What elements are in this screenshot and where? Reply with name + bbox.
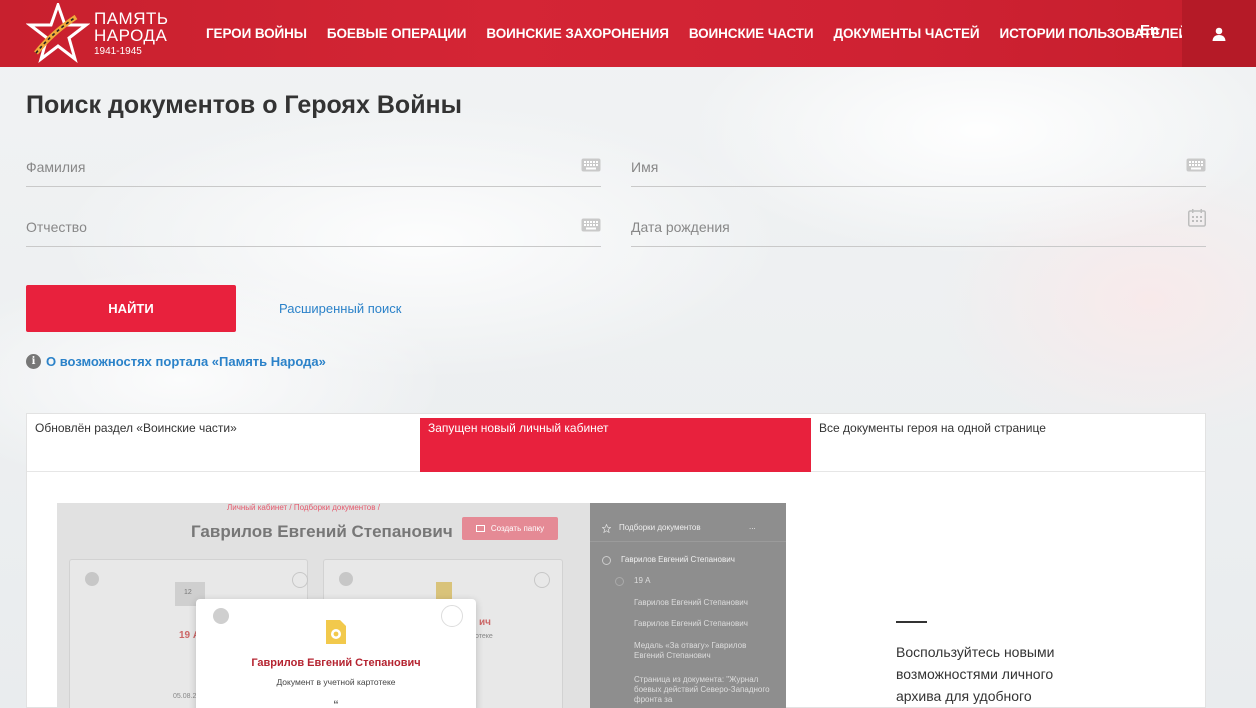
radio-icon [602, 556, 611, 565]
preview-sidebar-item: Гаврилов Евгений Степанович [621, 555, 735, 564]
news-tab-units[interactable]: Обновлён раздел «Воинские части» [27, 414, 420, 472]
main-nav: ГЕРОИ ВОЙНЫ БОЕВЫЕ ОПЕРАЦИИ ВОИНСКИЕ ЗАХ… [206, 0, 1208, 67]
preview-sidebar-more: ... [749, 522, 756, 531]
preview-create-folder-button: Создать папку [462, 517, 558, 540]
preview-card2-sub: отеке [475, 633, 493, 640]
advanced-search-link[interactable]: Расширенный поиск [279, 301, 401, 316]
preview-sidebar-divider [590, 541, 786, 542]
preview-create-folder-label: Создать папку [490, 524, 545, 533]
preview-sidebar-item: Страница из документа: "Журнал боевых де… [634, 675, 770, 704]
user-icon [1212, 27, 1226, 41]
preview-sidebar-title: Подборки документов [619, 523, 701, 532]
trash-icon [441, 605, 463, 627]
promo-divider [896, 621, 927, 623]
site-logo[interactable]: ПАМЯТЬ НАРОДА 1941-1945 [26, 3, 186, 63]
check-icon [85, 572, 99, 586]
about-portal-label: О возможностях портала «Память Народа» [46, 354, 326, 369]
birthdate-placeholder: Дата рождения [631, 219, 730, 235]
keyboard-icon[interactable] [581, 158, 601, 172]
preview-hero-name: Гаврилов Евгений Степанович [191, 522, 453, 541]
preview-document-popup: Гаврилов Евгений Степанович Документ в у… [196, 599, 476, 708]
nav-operations[interactable]: БОЕВЫЕ ОПЕРАЦИИ [327, 26, 467, 41]
preview-sidebar: Подборки документов ... Гаврилов Евгений… [590, 503, 786, 708]
nav-user-stories[interactable]: ИСТОРИИ ПОЛЬЗОВАТЕЛЕЙ [1000, 26, 1189, 41]
edit-icon [292, 572, 308, 588]
birthdate-field[interactable]: Дата рождения [631, 207, 1206, 247]
language-switch[interactable]: En [1140, 22, 1159, 39]
document-icon [326, 620, 346, 644]
nav-burials[interactable]: ВОИНСКИЕ ЗАХОРОНЕНИЯ [486, 26, 669, 41]
popup-hero-name: Гаврилов Евгений Степанович [251, 657, 421, 669]
news-tab-cabinet[interactable]: Запущен новый личный кабинет [420, 418, 811, 472]
popup-description: Документ в учетной картотеке [276, 677, 396, 687]
preview-sidebar-item: Гаврилов Евгений Степанович [634, 598, 748, 607]
logo-line2: НАРОДА [94, 25, 168, 45]
surname-field[interactable]: Фамилия [26, 147, 601, 187]
news-panel: Обновлён раздел «Воинские части» Запущен… [26, 413, 1206, 708]
name-placeholder: Имя [631, 159, 659, 175]
check-icon [339, 572, 353, 586]
keyboard-icon[interactable] [581, 218, 601, 232]
news-tab-hero-documents[interactable]: Все документы героя на одной странице [811, 414, 1205, 472]
patronymic-field[interactable]: Отчество [26, 207, 601, 247]
about-portal-link[interactable]: i О возможностях портала «Память Народа» [26, 354, 326, 369]
logo-line1: ПАМЯТЬ [94, 8, 169, 28]
popup-quote: “ [333, 697, 339, 708]
page-title: Поиск документов о Героях Войны [26, 91, 463, 119]
star-outline-icon [602, 524, 611, 533]
user-account-button[interactable] [1182, 0, 1256, 67]
promo-text: Воспользуйтесь новыми возможностями личн… [896, 644, 1055, 704]
cabinet-preview-image: Личный кабинет / Подборки документов / Г… [57, 503, 786, 708]
site-header: ПАМЯТЬ НАРОДА 1941-1945 ГЕРОИ ВОЙНЫ БОЕВ… [0, 0, 1256, 67]
logo-text: ПАМЯТЬ НАРОДА 1941-1945 [94, 10, 169, 57]
preview-card-num: 12 [184, 589, 192, 596]
patronymic-placeholder: Отчество [26, 219, 87, 235]
info-icon: i [26, 354, 41, 369]
find-button[interactable]: НАЙТИ [26, 285, 236, 332]
nav-units[interactable]: ВОИНСКИЕ ЧАСТИ [689, 26, 814, 41]
folder-icon [475, 525, 485, 532]
star-logo-icon [26, 3, 90, 63]
preview-sidebar-item: Медаль «За отвагу» Гаврилов Евгений Степ… [634, 641, 747, 660]
nav-heroes[interactable]: ГЕРОИ ВОЙНЫ [206, 26, 307, 41]
check-icon [213, 608, 229, 624]
news-tabs: Обновлён раздел «Воинские части» Запущен… [27, 414, 1205, 472]
surname-placeholder: Фамилия [26, 159, 86, 175]
preview-sidebar-item: 19 А [634, 576, 651, 585]
preview-breadcrumb: Личный кабинет / Подборки документов / [227, 503, 380, 512]
nav-unit-documents[interactable]: ДОКУМЕНТЫ ЧАСТЕЙ [834, 26, 980, 41]
keyboard-icon[interactable] [1186, 158, 1206, 172]
logo-years: 1941-1945 [94, 45, 142, 57]
radio-icon [615, 577, 624, 586]
calendar-icon[interactable] [1188, 209, 1206, 227]
name-field[interactable]: Имя [631, 147, 1206, 187]
preview-card2-name: ич [479, 617, 491, 628]
trash-icon [534, 572, 550, 588]
preview-card-date: 05.08.2 [173, 693, 197, 700]
preview-sidebar-item: Гаврилов Евгений Степанович [634, 619, 748, 628]
